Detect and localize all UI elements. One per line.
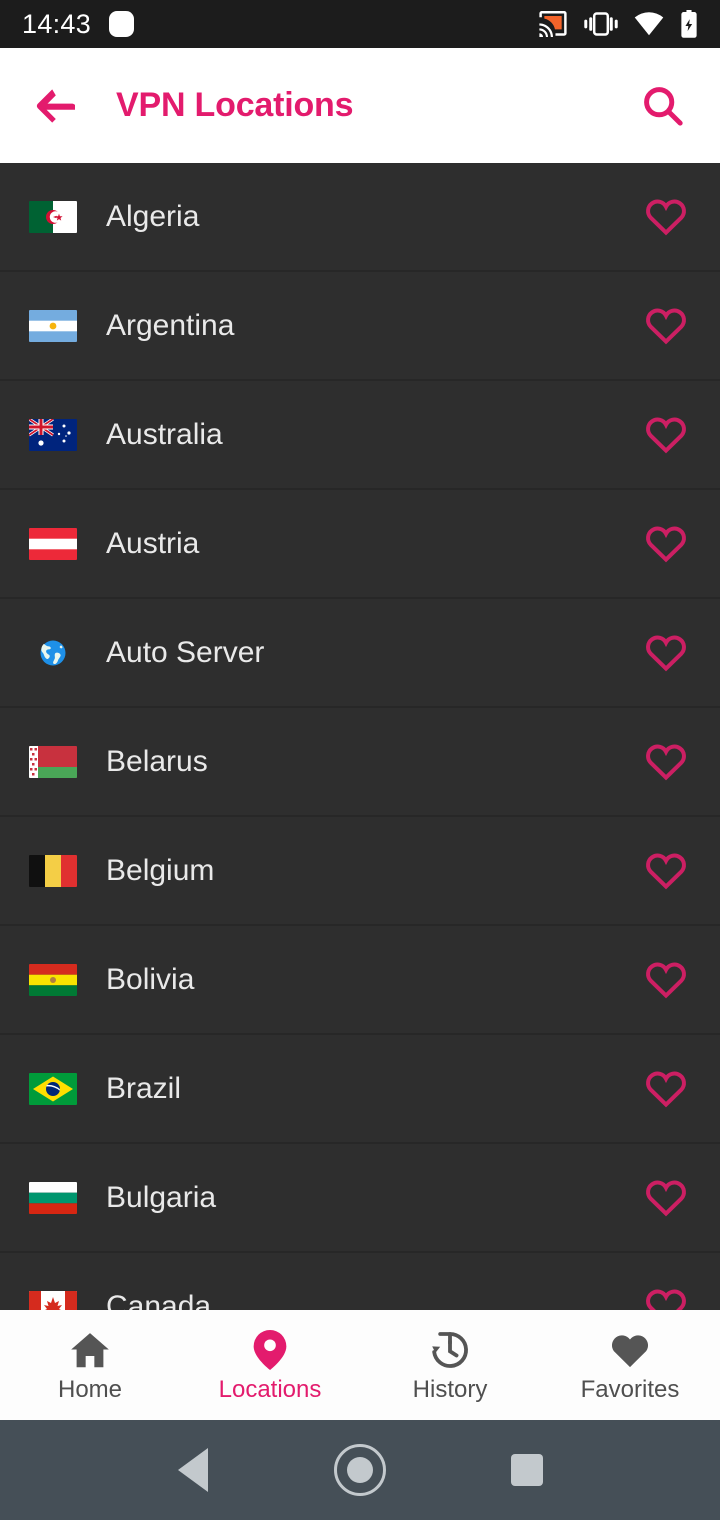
location-name: Australia (106, 417, 223, 451)
location-name: Belarus (106, 744, 208, 778)
list-item[interactable]: Argentina (0, 272, 720, 381)
bolivia-flag-icon (28, 963, 78, 996)
favorite-button[interactable] (638, 734, 694, 790)
status-clock: 14:43 (22, 8, 92, 39)
favorite-button[interactable] (638, 1061, 694, 1117)
heart-outline-icon (646, 853, 686, 889)
heart-outline-icon (646, 199, 686, 235)
home-dot (346, 1457, 373, 1483)
argentina-flag-icon (28, 309, 78, 342)
location-name: Argentina (106, 308, 235, 342)
app-bar: VPN Locations (0, 48, 720, 163)
list-item[interactable]: Bolivia (0, 926, 720, 1035)
location-name: Austria (106, 526, 200, 560)
heart-outline-icon (646, 1071, 686, 1107)
system-home-button[interactable] (315, 1420, 405, 1520)
nav-label-favorites: Favorites (580, 1375, 680, 1403)
nav-tab-locations[interactable]: Locations (180, 1310, 360, 1420)
location-name: Belgium (106, 853, 215, 887)
search-button[interactable] (634, 77, 692, 135)
bottom-navigation: Home Locations History Favorites (0, 1310, 720, 1420)
list-item[interactable]: Algeria (0, 163, 720, 272)
list-item[interactable]: Belarus (0, 708, 720, 817)
nav-tab-history[interactable]: History (360, 1310, 540, 1420)
canada-flag-icon (28, 1290, 78, 1310)
wifi-icon (634, 12, 664, 36)
page-title: VPN Locations (116, 86, 354, 124)
status-bar: 14:43 (0, 0, 720, 48)
android-system-nav (0, 1420, 720, 1520)
location-name: Canada (106, 1289, 212, 1311)
heart-filled-icon (609, 1329, 651, 1371)
nav-label-home: Home (57, 1375, 123, 1403)
list-item[interactable]: Auto Server (0, 599, 720, 708)
austria-flag-icon (28, 527, 78, 560)
list-item[interactable]: Belgium (0, 817, 720, 926)
favorite-button[interactable] (638, 1170, 694, 1226)
system-recents-button[interactable] (482, 1420, 572, 1520)
location-name: Bolivia (106, 962, 195, 996)
favorite-button[interactable] (638, 843, 694, 899)
heart-outline-icon (646, 962, 686, 998)
search-icon (644, 86, 683, 126)
heart-outline-icon (646, 308, 686, 344)
favorite-button[interactable] (638, 189, 694, 245)
heart-outline-icon (646, 417, 686, 453)
vibrate-icon (584, 11, 618, 37)
history-clock-icon (430, 1329, 470, 1371)
belgium-flag-icon (28, 854, 78, 887)
circle-home-icon (333, 1444, 386, 1496)
list-item[interactable]: Canada (0, 1253, 720, 1310)
heart-outline-icon (646, 1289, 686, 1310)
globe-icon (28, 633, 78, 673)
triangle-back-icon (178, 1448, 209, 1492)
location-name: Auto Server (106, 635, 265, 669)
status-bar-left: 14:43 (22, 8, 135, 39)
app-root: 14:43 VPN Locations Algeria Argentina Au… (0, 0, 720, 1520)
system-back-button[interactable] (148, 1420, 238, 1520)
square-recents-icon (510, 1454, 543, 1486)
location-name: Bulgaria (106, 1180, 217, 1214)
location-name: Algeria (106, 199, 200, 233)
back-button[interactable] (28, 77, 86, 135)
list-item[interactable]: Brazil (0, 1035, 720, 1144)
heart-outline-icon (646, 635, 686, 671)
home-icon (70, 1329, 110, 1371)
back-arrow-icon (36, 88, 75, 123)
list-item[interactable]: Australia (0, 381, 720, 490)
nav-label-locations: Locations (218, 1375, 322, 1403)
nav-tab-home[interactable]: Home (0, 1310, 180, 1420)
favorite-button[interactable] (638, 952, 694, 1008)
battery-charging-icon (680, 10, 698, 38)
notification-dot-icon (109, 11, 135, 37)
favorite-button[interactable] (638, 516, 694, 572)
list-item[interactable]: Bulgaria (0, 1144, 720, 1253)
location-name: Brazil (106, 1071, 182, 1105)
favorite-button[interactable] (638, 298, 694, 354)
locations-list[interactable]: Algeria Argentina Australia Austria Auto… (0, 163, 720, 1310)
bulgaria-flag-icon (28, 1181, 78, 1214)
nav-label-history: History (412, 1375, 488, 1403)
heart-outline-icon (646, 744, 686, 780)
favorite-button[interactable] (638, 625, 694, 681)
brazil-flag-icon (28, 1072, 78, 1105)
location-pin-icon (253, 1329, 287, 1371)
belarus-flag-icon (28, 745, 78, 778)
list-item[interactable]: Austria (0, 490, 720, 599)
australia-flag-icon (28, 418, 78, 451)
favorite-button[interactable] (638, 1279, 694, 1310)
status-bar-right (538, 10, 698, 38)
heart-outline-icon (646, 1180, 686, 1216)
algeria-flag-icon (28, 200, 78, 233)
cast-icon (538, 11, 568, 37)
heart-outline-icon (646, 526, 686, 562)
nav-tab-favorites[interactable]: Favorites (540, 1310, 720, 1420)
favorite-button[interactable] (638, 407, 694, 463)
